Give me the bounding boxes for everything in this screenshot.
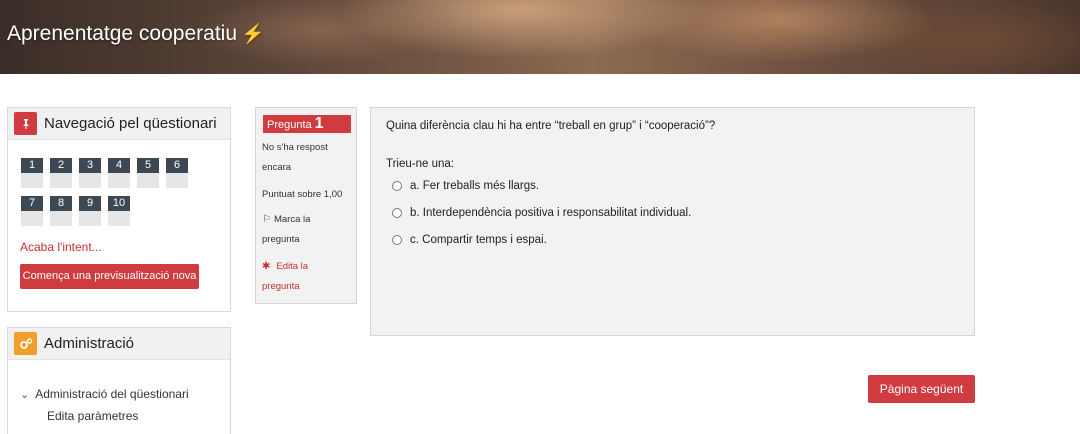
question-state: No s'ha respost encara (262, 138, 354, 178)
pin-icon (14, 112, 37, 135)
flag-line-2: pregunta (262, 234, 300, 245)
quiz-administration-node[interactable]: ⌄ Administració del qüestionari (20, 383, 189, 405)
state-line-1: No s'ha respost (262, 142, 328, 153)
quiz-navigation-block: Navegació pel qüestionari 1 2 3 4 5 6 7 … (7, 107, 231, 312)
question-button-9[interactable]: 9 (79, 196, 101, 226)
question-text: Quina diferència clau hi ha entre “treba… (386, 120, 716, 132)
question-number: 10 (108, 196, 130, 211)
answer-label: a. Fer treballs més llargs. (410, 180, 540, 192)
question-number: 6 (166, 158, 188, 173)
question-number: 1 (21, 158, 43, 173)
answer-option-a[interactable]: a. Fer treballs més llargs. (392, 180, 539, 192)
course-header-banner: Aprenentatge cooperatiu ⚡ (0, 0, 1080, 74)
question-button-1[interactable]: 1 (21, 158, 43, 188)
question-info-panel: Pregunta 1 No s'ha respost encara Puntuat… (255, 107, 357, 304)
question-label: Pregunta (267, 119, 312, 131)
flag-icon: ⚐ (262, 214, 271, 225)
edit-line-1: Edita la (276, 261, 309, 272)
edit-question-link[interactable]: ✱ Edita la pregunta (262, 257, 354, 297)
question-number: 1 (314, 115, 324, 132)
question-button-10[interactable]: 10 (108, 196, 130, 226)
administration-block: Administració ⌄ Administració del qüesti… (7, 327, 231, 434)
start-new-preview-button[interactable]: Comença una previsualització nova (20, 264, 199, 289)
administration-title: Administració (44, 335, 135, 352)
state-line-2: encara (262, 162, 292, 173)
answer-option-b[interactable]: b. Interdependència positiva i responsab… (392, 207, 691, 219)
question-number: 7 (21, 196, 43, 211)
edit-settings-link[interactable]: Edita paràmetres (20, 405, 189, 427)
question-number: 2 (50, 158, 72, 173)
question-button-7[interactable]: 7 (21, 196, 43, 226)
cogs-icon (14, 332, 37, 355)
question-number: 4 (108, 158, 130, 173)
course-title: Aprenentatge cooperatiu ⚡ (7, 22, 265, 46)
question-button-4[interactable]: 4 (108, 158, 130, 188)
question-button-6[interactable]: 6 (166, 158, 188, 188)
radio-button[interactable] (392, 235, 402, 245)
answer-prompt: Trieu-ne una: (386, 158, 454, 170)
finish-attempt-link[interactable]: Acaba l'intent... (20, 240, 102, 254)
lightning-icon: ⚡ (241, 24, 265, 45)
radio-button[interactable] (392, 208, 402, 218)
flag-line-1: Marca la (273, 214, 311, 225)
question-button-2[interactable]: 2 (50, 158, 72, 188)
cog-icon: ✱ (262, 261, 271, 272)
question-button-8[interactable]: 8 (50, 196, 72, 226)
quiz-navigation-header: Navegació pel qüestionari (8, 108, 230, 140)
edit-settings-label: Edita paràmetres (47, 409, 139, 423)
next-page-button[interactable]: Pàgina següent (868, 375, 975, 403)
question-marks: Puntuat sobre 1,00 (262, 189, 343, 200)
question-content-panel: Quina diferència clau hi ha entre “treba… (370, 107, 975, 336)
administration-tree: ⌄ Administració del qüestionari Edita pa… (20, 383, 189, 427)
question-button-5[interactable]: 5 (137, 158, 159, 188)
chevron-down-icon: ⌄ (20, 388, 30, 401)
question-number: 8 (50, 196, 72, 211)
quiz-administration-label: Administració del qüestionari (35, 387, 189, 401)
administration-header: Administració (8, 328, 230, 360)
edit-line-2: pregunta (262, 281, 300, 292)
answer-label: c. Compartir temps i espai. (410, 234, 547, 246)
question-number: 5 (137, 158, 159, 173)
flag-question-toggle[interactable]: ⚐ Marca la pregunta (262, 210, 354, 250)
course-title-text: Aprenentatge cooperatiu (7, 22, 238, 45)
question-number-badge: Pregunta 1 (263, 115, 351, 133)
answer-label: b. Interdependència positiva i responsab… (410, 207, 692, 219)
question-number: 3 (79, 158, 101, 173)
radio-button[interactable] (392, 181, 402, 191)
question-number: 9 (79, 196, 101, 211)
question-button-3[interactable]: 3 (79, 158, 101, 188)
quiz-navigation-title: Navegació pel qüestionari (44, 115, 217, 132)
answer-option-c[interactable]: c. Compartir temps i espai. (392, 234, 547, 246)
